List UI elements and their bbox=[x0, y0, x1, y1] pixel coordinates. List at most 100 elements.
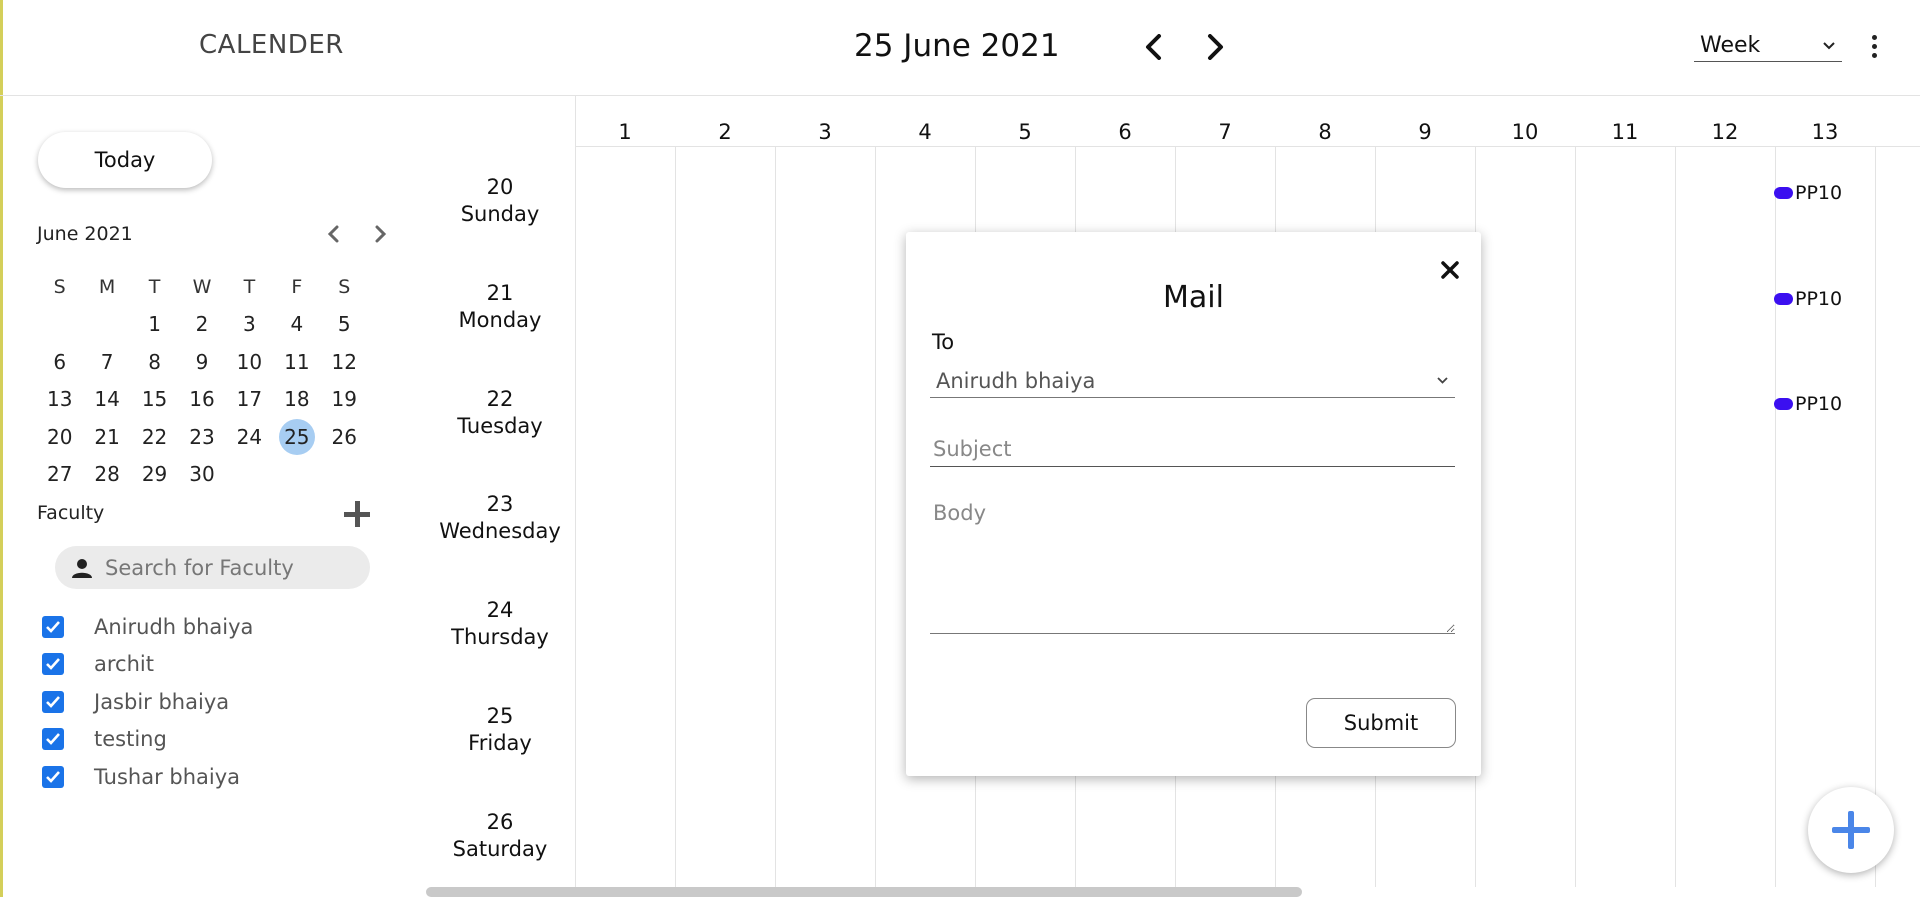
hour-label: 8 bbox=[1318, 120, 1332, 144]
weekday-label: T bbox=[148, 275, 161, 298]
add-event-button[interactable] bbox=[1808, 787, 1894, 873]
mini-calendar-day[interactable]: 7 bbox=[83, 344, 130, 380]
prev-week-button[interactable] bbox=[1136, 28, 1172, 66]
submit-button[interactable]: Submit bbox=[1306, 698, 1456, 748]
body-textarea[interactable] bbox=[930, 498, 1455, 634]
mini-calendar-day[interactable]: 17 bbox=[226, 381, 273, 417]
add-faculty-button[interactable] bbox=[341, 498, 373, 530]
mini-calendar-day[interactable]: 10 bbox=[226, 344, 273, 380]
calendar-event[interactable]: PP10 bbox=[1774, 393, 1842, 415]
mini-calendar-day[interactable]: 23 bbox=[178, 419, 225, 455]
chevron-down-icon bbox=[1823, 41, 1835, 49]
day-date: 21 bbox=[486, 280, 514, 305]
empty-cell bbox=[273, 456, 320, 492]
mini-calendar-day[interactable]: 21 bbox=[83, 419, 130, 455]
mini-calendar-day[interactable]: 6 bbox=[36, 344, 83, 380]
checkmark-icon bbox=[46, 658, 60, 671]
faculty-checkbox[interactable] bbox=[42, 765, 64, 788]
faculty-checkbox[interactable] bbox=[42, 690, 64, 713]
faculty-checkbox[interactable] bbox=[42, 615, 64, 638]
mini-calendar-day[interactable]: 28 bbox=[83, 456, 130, 492]
day-number: 26 bbox=[331, 424, 357, 449]
faculty-name: testing bbox=[94, 727, 167, 752]
mini-calendar-day[interactable]: 14 bbox=[83, 381, 130, 417]
day-number: 13 bbox=[46, 387, 73, 412]
subject-input[interactable] bbox=[930, 431, 1455, 467]
day-number: 8 bbox=[148, 349, 161, 374]
faculty-search-input[interactable] bbox=[105, 555, 345, 580]
user-icon bbox=[72, 558, 92, 578]
horizontal-scrollbar[interactable] bbox=[426, 887, 1302, 897]
mini-next-month-button[interactable] bbox=[367, 220, 395, 248]
day-label: 26 Saturday bbox=[430, 809, 570, 863]
mini-calendar-day[interactable]: 9 bbox=[178, 344, 225, 380]
hour-column-divider bbox=[1575, 146, 1576, 887]
chevron-right-icon bbox=[375, 225, 387, 243]
mini-calendar-day[interactable]: 26 bbox=[321, 419, 368, 455]
mini-calendar-day[interactable]: 25 bbox=[273, 418, 320, 455]
recipient-select[interactable]: Anirudh bhaiya bbox=[930, 364, 1455, 398]
event-dot bbox=[1774, 398, 1793, 411]
hour-column-divider bbox=[775, 146, 776, 887]
chevron-left-icon bbox=[1146, 34, 1161, 60]
hour-label: 11 bbox=[1611, 120, 1639, 144]
mini-prev-month-button[interactable] bbox=[319, 220, 347, 248]
mini-calendar-day[interactable]: 24 bbox=[226, 419, 273, 455]
today-button[interactable]: Today bbox=[38, 132, 212, 188]
faculty-item: archit bbox=[42, 646, 253, 684]
mini-calendar-day[interactable]: 11 bbox=[273, 344, 320, 380]
app-title: CALENDER bbox=[199, 30, 344, 60]
faculty-checkbox[interactable] bbox=[42, 728, 64, 751]
mini-calendar-day[interactable]: 4 bbox=[273, 306, 320, 342]
day-number: 27 bbox=[46, 462, 73, 487]
mini-calendar-day[interactable]: 1 bbox=[131, 306, 178, 342]
day-number: 29 bbox=[141, 462, 168, 487]
hour-label: 2 bbox=[718, 120, 732, 144]
event-label: PP10 bbox=[1795, 393, 1843, 416]
mini-calendar-day[interactable]: 27 bbox=[36, 456, 83, 492]
mini-calendar-day[interactable]: 3 bbox=[226, 306, 273, 342]
weekday-label: W bbox=[192, 275, 212, 298]
day-number: 30 bbox=[189, 462, 215, 487]
day-name: Sunday bbox=[460, 202, 540, 226]
day-name: Friday bbox=[468, 731, 532, 755]
day-number: 10 bbox=[236, 349, 263, 374]
mini-calendar-weekdays: SMTWTFS bbox=[36, 268, 368, 306]
weekday-label: S bbox=[53, 275, 66, 298]
event-dot bbox=[1774, 292, 1793, 305]
next-week-button[interactable] bbox=[1197, 28, 1233, 66]
mini-calendar-day[interactable]: 5 bbox=[321, 306, 368, 342]
mini-calendar-day[interactable]: 19 bbox=[321, 381, 368, 417]
mini-calendar-day[interactable]: 16 bbox=[178, 381, 225, 417]
faculty-name: Jasbir bhaiya bbox=[94, 689, 230, 714]
mini-calendar-day[interactable]: 20 bbox=[36, 419, 83, 455]
hour-column-divider bbox=[1775, 146, 1776, 887]
day-number: 24 bbox=[236, 424, 263, 449]
more-options-button[interactable] bbox=[1864, 30, 1884, 62]
view-select[interactable]: Week bbox=[1694, 30, 1842, 62]
mini-calendar-day[interactable]: 2 bbox=[178, 306, 225, 342]
day-name: Monday bbox=[458, 307, 542, 332]
day-number: 28 bbox=[94, 462, 120, 487]
weekday-label: M bbox=[98, 275, 116, 298]
event-label: PP10 bbox=[1795, 181, 1843, 204]
mini-calendar-day[interactable]: 18 bbox=[273, 381, 320, 417]
hour-label: 6 bbox=[1118, 120, 1132, 144]
hour-label: 5 bbox=[1018, 120, 1032, 144]
faculty-checkbox[interactable] bbox=[42, 653, 64, 676]
mini-calendar-grid: S M T W T F S 1 2 3 4 5 6 7 8 9 10 11 12 13 14 15 16 17 18 19 20 21… bbox=[36, 268, 368, 493]
grid-header-divider bbox=[575, 146, 1920, 147]
mini-calendar-day[interactable]: 13 bbox=[36, 381, 83, 417]
day-name: Wednesday bbox=[439, 519, 561, 544]
mini-calendar-day[interactable]: 12 bbox=[321, 344, 368, 380]
mini-calendar-day[interactable]: 8 bbox=[131, 344, 178, 380]
mini-calendar-day[interactable]: 30 bbox=[178, 456, 225, 492]
dialog-title: Mail bbox=[1163, 280, 1224, 315]
mini-calendar-day[interactable]: 15 bbox=[131, 381, 178, 417]
mini-calendar-day[interactable]: 22 bbox=[131, 419, 178, 455]
mini-calendar-month: June 2021 bbox=[37, 223, 133, 245]
faculty-name: Anirudh bhaiya bbox=[94, 614, 254, 639]
calendar-event[interactable]: PP10 bbox=[1774, 288, 1842, 310]
calendar-event[interactable]: PP10 bbox=[1774, 182, 1842, 204]
mini-calendar-day[interactable]: 29 bbox=[131, 456, 178, 492]
